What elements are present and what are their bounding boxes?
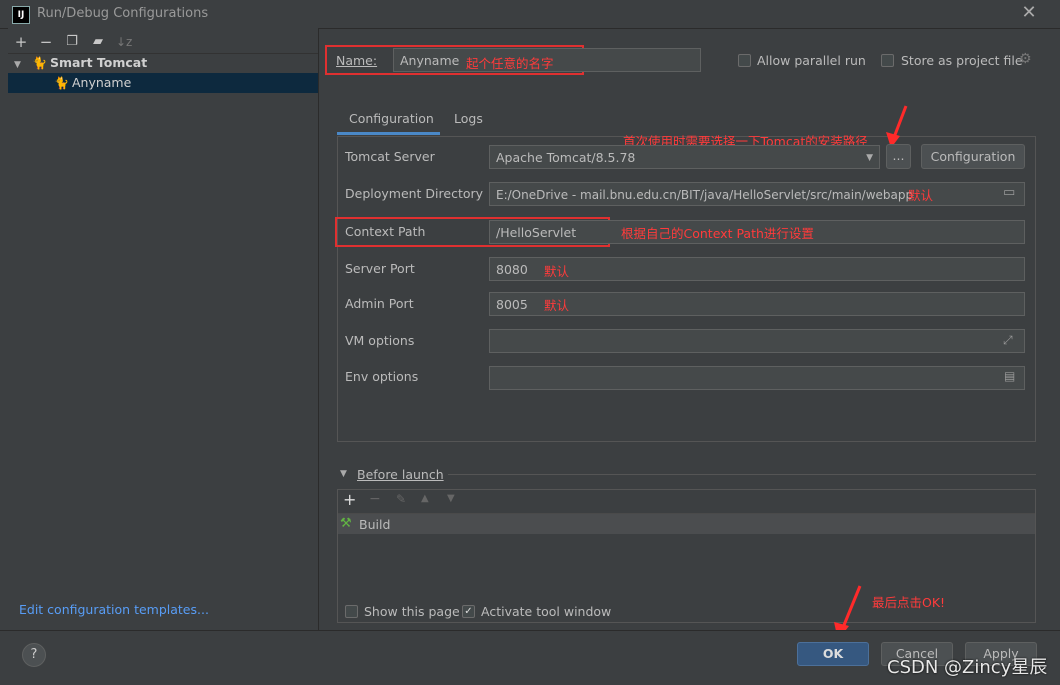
expand-icon[interactable]: ⤢ <box>1003 333 1013 348</box>
tomcat-server-value: Apache Tomcat/8.5.78 <box>496 150 636 165</box>
tree-item-anyname[interactable]: 🐈 Anyname <box>8 73 318 93</box>
tab-configuration[interactable]: Configuration <box>349 111 434 126</box>
annotation-context: 根据自己的Context Path进行设置 <box>621 226 814 241</box>
folder-open-icon[interactable]: ▭ <box>1003 185 1015 200</box>
annotation-default: 默认 <box>544 298 570 313</box>
tomcat-server-select[interactable]: Apache Tomcat/8.5.78 ▼ <box>489 145 880 169</box>
annotation-final: 最后点击OK! <box>872 595 946 610</box>
tomcat-icon: 🐈 <box>31 56 47 70</box>
before-launch-title: Before launch <box>357 467 444 482</box>
copy-icon[interactable]: ❐ <box>64 33 80 51</box>
store-project-checkbox[interactable] <box>881 54 894 67</box>
name-label: Name: <box>336 53 378 68</box>
document-icon[interactable]: ▤ <box>1004 369 1015 383</box>
chevron-down-icon: ▼ <box>14 60 21 70</box>
configuration-button[interactable]: Configuration <box>921 144 1025 169</box>
ok-button[interactable]: OK <box>797 642 869 666</box>
gear-icon[interactable]: ⚙ <box>1019 51 1032 67</box>
move-up-icon[interactable]: ▲ <box>421 493 429 504</box>
browse-button[interactable]: ... <box>886 144 911 169</box>
move-down-icon[interactable]: ▼ <box>447 493 455 504</box>
list-item[interactable]: ⚒ Build <box>338 514 1035 534</box>
help-button[interactable]: ? <box>22 643 46 667</box>
vm-options-label: VM options <box>345 333 415 348</box>
config-tree-pane: + − ❐ ▰ ↓z ▼ 🐈 Smart Tomcat 🐈 Anyname Ed… <box>8 28 319 630</box>
add-icon[interactable]: + <box>343 490 356 509</box>
annotation-name: 起个任意的名字 <box>466 56 554 71</box>
tomcat-server-label: Tomcat Server <box>345 149 435 164</box>
store-project-label: Store as project file <box>901 53 1023 68</box>
server-port-field[interactable]: 8080 <box>489 257 1025 281</box>
admin-port-field[interactable]: 8005 <box>489 292 1025 316</box>
server-port-label: Server Port <box>345 261 415 276</box>
intellij-app-icon: IJ <box>12 6 30 24</box>
title-bar: IJ Run/Debug Configurations ✕ <box>0 0 1060 29</box>
activate-tool-label: Activate tool window <box>481 604 612 619</box>
watermark: CSDN @Zincy星辰 <box>887 657 1048 678</box>
close-icon[interactable]: ✕ <box>1020 3 1038 23</box>
env-options-label: Env options <box>345 369 419 384</box>
edit-icon[interactable]: ✎ <box>396 492 406 506</box>
dialog-footer: ? OK Cancel Apply CSDN @Zincy星辰 <box>0 630 1060 685</box>
tree-item-label: Anyname <box>71 75 132 90</box>
sort-icon[interactable]: ↓z <box>116 33 132 51</box>
allow-parallel-label: Allow parallel run <box>757 53 866 68</box>
deployment-dir-value: E:/OneDrive - mail.bnu.edu.cn/BIT/java/H… <box>496 188 914 202</box>
deployment-dir-field[interactable]: E:/OneDrive - mail.bnu.edu.cn/BIT/java/H… <box>489 182 1025 206</box>
annotation-default: 默认 <box>908 188 934 203</box>
tree-group-smart-tomcat[interactable]: ▼ 🐈 Smart Tomcat <box>8 53 318 73</box>
admin-port-label: Admin Port <box>345 296 414 311</box>
hammer-icon: ⚒ <box>340 516 352 531</box>
chevron-down-icon: ▼ <box>866 153 873 163</box>
annotation-arrow-icon <box>886 105 908 148</box>
add-icon[interactable]: + <box>13 33 29 51</box>
window-title: Run/Debug Configurations <box>37 6 209 21</box>
remove-icon[interactable]: − <box>38 33 54 51</box>
remove-icon[interactable]: − <box>369 491 381 507</box>
show-page-label: Show this page <box>364 604 460 619</box>
chevron-down-icon[interactable]: ▼ <box>340 469 347 479</box>
activate-tool-checkbox[interactable]: ✓ <box>462 605 475 618</box>
env-options-field[interactable] <box>489 366 1025 390</box>
build-label: Build <box>359 517 391 532</box>
tomcat-icon: 🐈 <box>53 76 69 90</box>
deployment-dir-label: Deployment Directory <box>345 186 484 201</box>
tree-group-label: Smart Tomcat <box>49 55 148 70</box>
edit-templates-link[interactable]: Edit configuration templates... <box>19 602 209 617</box>
folder-icon[interactable]: ▰ <box>90 33 106 51</box>
context-path-label: Context Path <box>345 224 426 239</box>
tab-underline <box>337 132 440 135</box>
show-page-checkbox[interactable] <box>345 605 358 618</box>
tab-logs[interactable]: Logs <box>454 111 483 126</box>
allow-parallel-checkbox[interactable] <box>738 54 751 67</box>
annotation-default: 默认 <box>544 264 570 279</box>
vm-options-field[interactable] <box>489 329 1025 353</box>
